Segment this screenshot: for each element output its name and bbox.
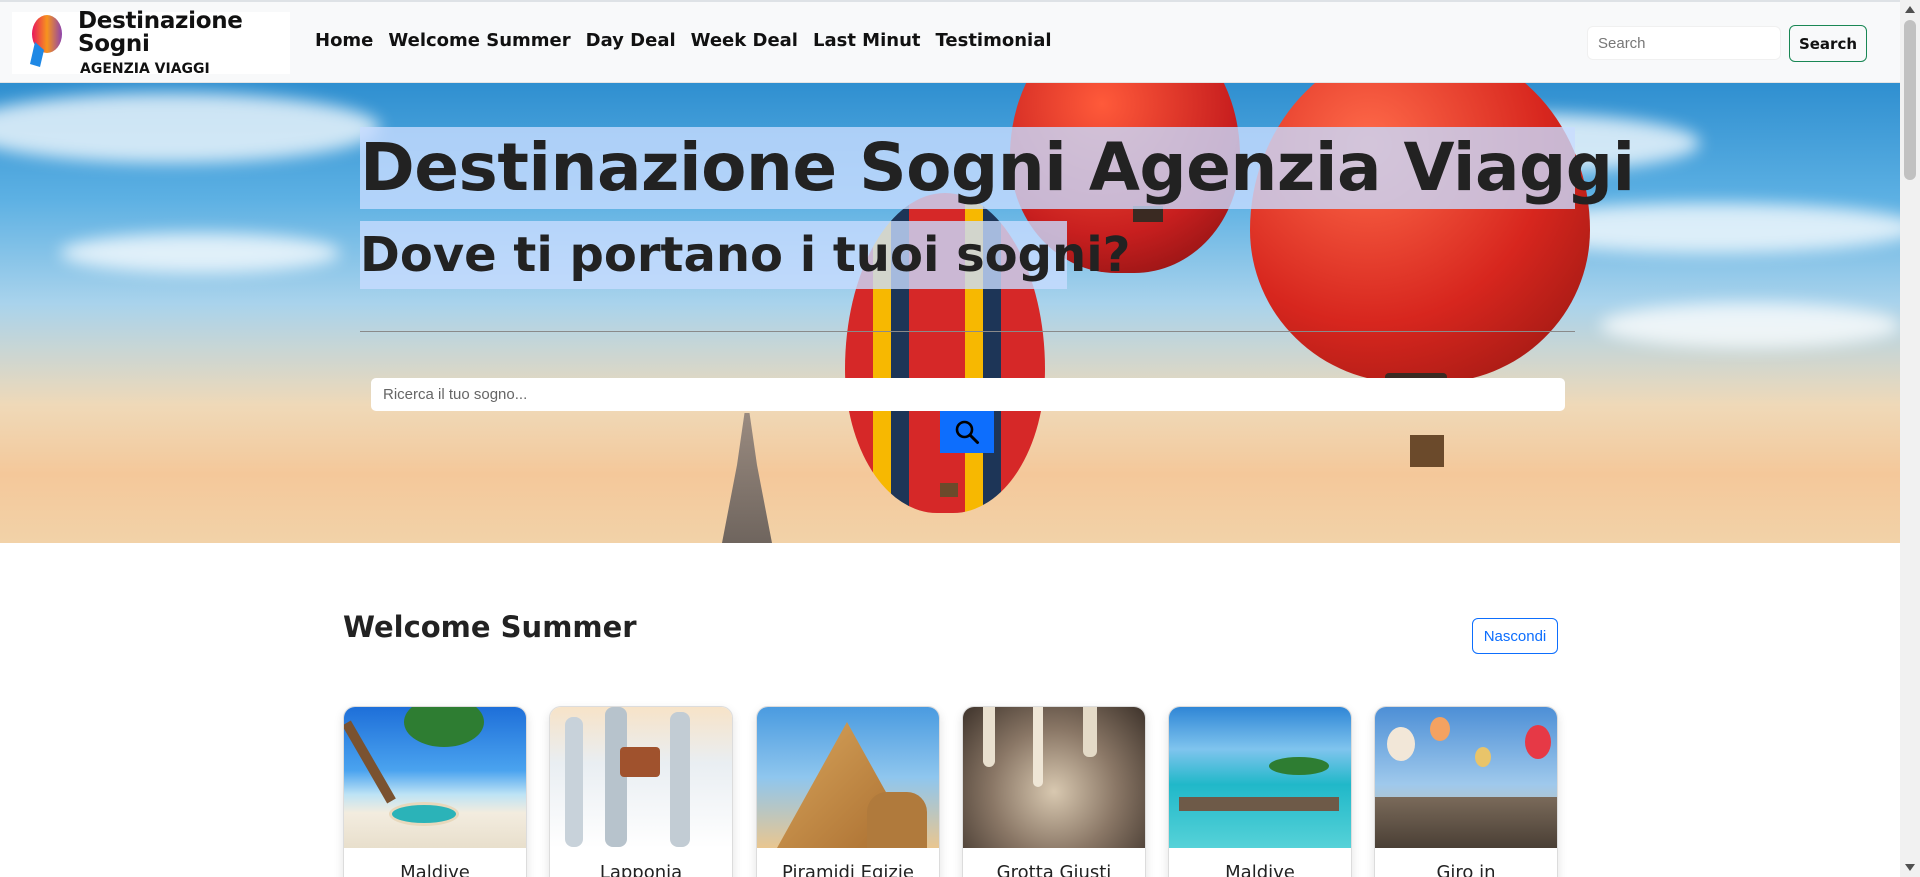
brand-subtitle: AGENZIA VIAGGI (80, 61, 210, 77)
brand-title: Destinazione Sogni (78, 8, 243, 57)
cloud-decoration (0, 93, 380, 163)
card-title: Piramidi Egizie (782, 862, 914, 877)
scroll-down-arrow-icon[interactable] (1905, 864, 1915, 871)
nav-link-testimonial[interactable]: Testimonial (936, 30, 1052, 51)
hero-title: Destinazione Sogni Agenzia Viaggi (360, 129, 1635, 206)
hero-search-button[interactable] (940, 411, 994, 453)
destination-card[interactable]: Grotta Giusti (962, 706, 1146, 877)
destination-card[interactable]: Piramidi Egizie (756, 706, 940, 877)
hide-section-button[interactable]: Nascondi (1472, 618, 1558, 654)
balloon-basket (1410, 435, 1444, 467)
search-icon (955, 420, 979, 444)
destination-card[interactable]: Maldive (1168, 706, 1352, 877)
balloon-basket (940, 483, 958, 497)
card-title: Maldive (1225, 862, 1295, 877)
hero-search-input[interactable] (371, 378, 1565, 411)
scrollbar-thumb[interactable] (1904, 20, 1916, 180)
balloon-logo-icon (22, 12, 68, 74)
nav-search-button[interactable]: Search (1789, 25, 1867, 62)
destination-card[interactable]: Maldive (343, 706, 527, 877)
card-image-balloons-city (1375, 707, 1557, 848)
nav-link-week-deal[interactable]: Week Deal (691, 30, 798, 51)
card-image-snowy-forest (550, 707, 732, 848)
card-image-pyramids (757, 707, 939, 848)
hero-banner: Destinazione Sogni Agenzia Viaggi Dove t… (0, 83, 1900, 543)
scroll-up-arrow-icon[interactable] (1905, 6, 1915, 13)
skyscraper-image (722, 413, 772, 543)
cloud-decoration (60, 233, 340, 273)
nav-links: Home Welcome Summer Day Deal Week Deal L… (315, 30, 1067, 51)
brand-logo-link[interactable]: Destinazione Sogni AGENZIA VIAGGI (12, 8, 290, 77)
nav-search-input[interactable] (1587, 26, 1781, 60)
nav-link-day-deal[interactable]: Day Deal (586, 30, 676, 51)
nav-link-home[interactable]: Home (315, 30, 373, 51)
destination-card[interactable]: Lapponia (549, 706, 733, 877)
card-title: Lapponia (599, 862, 683, 877)
card-title: Giro in (1436, 862, 1496, 877)
destination-card[interactable]: Giro in (1374, 706, 1558, 877)
hero-subtitle: Dove ti portano i tuoi sogni? (360, 227, 1131, 283)
hero-divider (360, 331, 1575, 332)
card-title: Grotta Giusti (996, 862, 1112, 877)
card-image-water-bungalows (1169, 707, 1351, 848)
card-image-beach (344, 707, 526, 848)
card-image-cave (963, 707, 1145, 848)
page-scrollbar[interactable] (1900, 0, 1920, 877)
navbar: Destinazione Sogni AGENZIA VIAGGI Home W… (0, 0, 1900, 83)
section-title: Welcome Summer (343, 610, 637, 644)
nav-link-last-minut[interactable]: Last Minut (813, 30, 921, 51)
card-title: Maldive (400, 862, 470, 877)
cloud-decoration (1600, 303, 1900, 348)
nav-link-welcome-summer[interactable]: Welcome Summer (388, 30, 570, 51)
